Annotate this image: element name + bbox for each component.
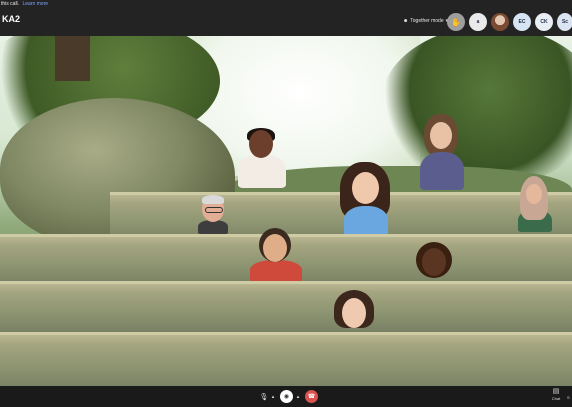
notice-text: this call. (1, 1, 20, 7)
participant-video (238, 128, 286, 196)
end-call-button[interactable]: ☎ (305, 390, 318, 403)
phone-hangup-icon: ☎ (307, 394, 316, 400)
participant-avatar[interactable]: a (469, 13, 487, 31)
mic-options-button[interactable]: ▴ (269, 390, 277, 403)
participant-video (420, 114, 468, 196)
microphone-off-icon: 🎙 (259, 393, 269, 401)
camera-icon: ◉ (283, 394, 290, 400)
together-mode-button[interactable]: ☻ Together mode ▾ (403, 18, 448, 24)
bench-row-4 (0, 332, 572, 386)
participant-video (416, 242, 452, 284)
together-mode-scene (0, 36, 572, 386)
call-controls-bar: 🎙 ▴ ◉ ▴ ☎ ▤ Chat S (0, 386, 572, 407)
participant-video (334, 290, 374, 334)
participant-avatar[interactable]: Sc (557, 13, 572, 31)
camera-button[interactable]: ◉ (280, 390, 293, 403)
people-icon: ☻ (403, 18, 409, 24)
notice-bar: this call. Learn more (1, 1, 48, 7)
meeting-title: KA2 (2, 14, 21, 24)
raise-hand-button[interactable]: ✋ (447, 13, 465, 31)
together-mode-label: Together mode (410, 18, 444, 24)
participant-avatar[interactable]: EC (513, 13, 531, 31)
bench-row-3 (0, 281, 572, 332)
learn-more-link[interactable]: Learn more (22, 1, 48, 7)
participant-photo-avatar[interactable] (491, 13, 509, 31)
chat-button[interactable]: ▤ Chat (548, 388, 564, 401)
chevron-up-icon: ▴ (271, 393, 275, 400)
hand-icon: ✋ (451, 17, 461, 27)
overflow-button[interactable]: S (567, 395, 570, 400)
participant-video (198, 195, 230, 236)
participant-video (518, 176, 554, 236)
participant-video (340, 162, 392, 238)
participant-avatar[interactable]: CK (535, 13, 553, 31)
camera-options-button[interactable]: ▴ (294, 390, 302, 403)
top-bar: this call. Learn more KA2 ☻ Together mod… (0, 0, 572, 36)
chat-icon: ▤ (552, 388, 560, 395)
chat-label: Chat (551, 396, 561, 401)
tree-trunk (55, 36, 90, 81)
chevron-up-icon: ▴ (296, 393, 300, 400)
participant-video (250, 228, 302, 284)
